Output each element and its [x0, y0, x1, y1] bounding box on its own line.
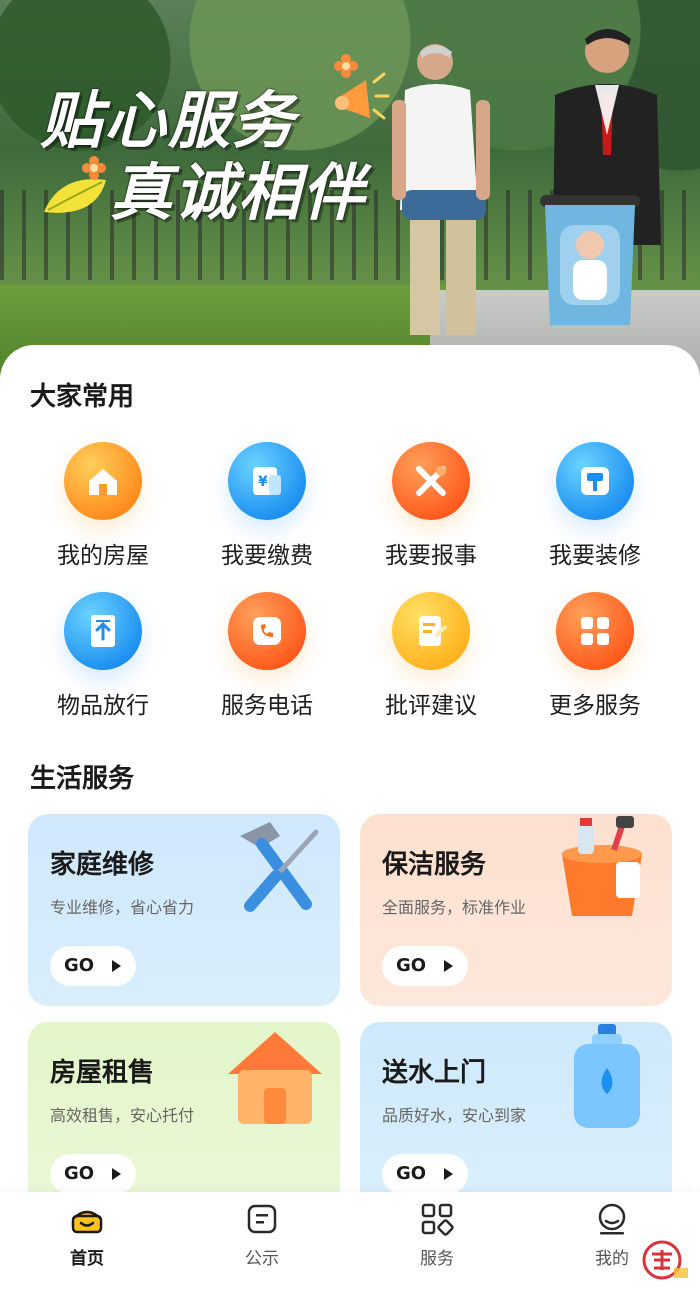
- paint-roller-icon: [556, 442, 634, 520]
- grid-item-report[interactable]: 我要报事: [361, 442, 501, 570]
- service-card-subtitle: 专业维修，省心省力: [50, 898, 195, 917]
- grid-item-renovation[interactable]: 我要装修: [525, 442, 665, 570]
- house-icon: [64, 442, 142, 520]
- service-card-subtitle: 全面服务，标准作业: [382, 898, 527, 917]
- flower-icon: [334, 54, 358, 78]
- hero-banner[interactable]: 贴心服务 真诚相伴: [0, 0, 700, 380]
- cleaning-bucket-icon: [562, 816, 642, 916]
- item-release-icon: [64, 592, 142, 670]
- grid-item-service-phone[interactable]: 服务电话: [197, 592, 337, 720]
- grid-item-suggestion[interactable]: 批评建议: [361, 592, 501, 720]
- go-button[interactable]: GO: [382, 946, 468, 986]
- grid-item-label: 我要装修: [549, 543, 641, 569]
- service-card-water-delivery[interactable]: 送水上门 品质好水，安心到家 GO: [360, 1022, 672, 1214]
- house-3d-icon: [228, 1032, 322, 1124]
- watermark-seal-icon: [642, 1240, 688, 1280]
- tools-icon: [392, 442, 470, 520]
- payment-icon: ¥: [228, 442, 306, 520]
- service-card-home-repair[interactable]: 家庭维修 专业维修，省心省力 GO: [28, 814, 340, 1006]
- grid-item-more-services[interactable]: 更多服务: [525, 592, 665, 720]
- flower-icon: [82, 156, 106, 180]
- suggestion-icon: [392, 592, 470, 670]
- phone-icon: [228, 592, 306, 670]
- grid-item-label: 我的房屋: [57, 543, 149, 569]
- more-services-icon: [556, 592, 634, 670]
- service-card-cleaning[interactable]: 保洁服务 全面服务，标准作业 GO: [360, 814, 672, 1006]
- service-card-title: 送水上门: [382, 1058, 487, 1088]
- service-card-subtitle: 高效租售，安心托付: [50, 1106, 195, 1125]
- grid-item-label: 我要报事: [385, 543, 477, 569]
- home-icon: [71, 1210, 103, 1234]
- nav-label: 首页: [70, 1249, 104, 1269]
- nav-item-notice[interactable]: 公示: [217, 1202, 307, 1269]
- hammer-screwdriver-icon: [240, 822, 319, 912]
- service-card-title: 房屋租售: [50, 1058, 155, 1088]
- grid-item-label: 我要缴费: [221, 543, 313, 569]
- grid-item-label: 更多服务: [549, 693, 641, 719]
- bottom-nav: 首页 公示 服务 我的: [0, 1192, 700, 1291]
- water-bottle-icon: [574, 1024, 640, 1128]
- svg-text:¥: ¥: [258, 474, 268, 490]
- service-card-house-rental[interactable]: 房屋租售 高效租售，安心托付 GO: [28, 1022, 340, 1214]
- go-button[interactable]: GO: [50, 1154, 136, 1194]
- nav-label: 公示: [245, 1249, 279, 1269]
- baby-stroller: [540, 195, 640, 325]
- grid-item-label: 批评建议: [385, 693, 477, 719]
- hero-slogan-line2: 真诚相伴: [110, 156, 367, 229]
- nav-label: 服务: [420, 1249, 454, 1269]
- life-section-title: 生活服务: [30, 764, 135, 794]
- nav-item-home[interactable]: 首页: [42, 1202, 132, 1269]
- go-button[interactable]: GO: [50, 946, 136, 986]
- nav-item-services[interactable]: 服务: [392, 1202, 482, 1269]
- notice-icon: [247, 1204, 277, 1234]
- grid-item-label: 物品放行: [57, 693, 149, 719]
- service-card-subtitle: 品质好水，安心到家: [382, 1106, 527, 1125]
- profile-icon: [598, 1203, 626, 1235]
- grid-item-payment[interactable]: ¥ 我要缴费: [197, 442, 337, 570]
- grid-item-item-release[interactable]: 物品放行: [33, 592, 173, 720]
- service-card-title: 保洁服务: [382, 850, 487, 880]
- services-icon: [421, 1203, 454, 1236]
- go-button[interactable]: GO: [382, 1154, 468, 1194]
- grid-item-label: 服务电话: [221, 693, 313, 719]
- common-section-title: 大家常用: [30, 382, 135, 412]
- service-card-title: 家庭维修: [50, 850, 155, 880]
- grid-item-my-house[interactable]: 我的房屋: [33, 442, 173, 570]
